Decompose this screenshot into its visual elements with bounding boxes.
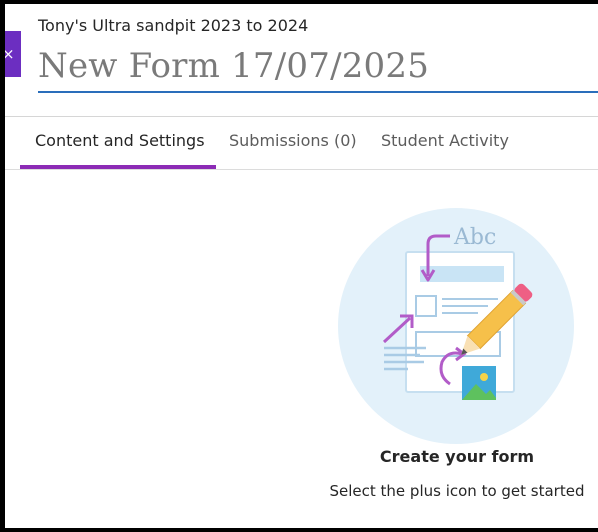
create-form-illustration: Abc <box>338 208 574 444</box>
close-icon: × <box>5 45 15 63</box>
close-panel-button[interactable]: × <box>5 31 21 77</box>
empty-state-title: Create your form <box>379 447 535 466</box>
tab-submissions[interactable]: Submissions (0) <box>229 117 357 170</box>
tab-student-activity[interactable]: Student Activity <box>381 117 509 170</box>
abc-text: Abc <box>453 225 496 250</box>
course-name: Tony's Ultra sandpit 2023 to 2024 <box>38 16 309 35</box>
form-panel: × Tony's Ultra sandpit 2023 to 2024 New … <box>5 4 598 528</box>
tabs-bottom-border <box>5 169 598 170</box>
empty-state-subtitle: Select the plus icon to get started <box>329 482 585 500</box>
form-title-input[interactable]: New Form 17/07/2025 <box>38 46 429 86</box>
title-underline <box>38 91 598 93</box>
tab-bar: Content and Settings Submissions (0) Stu… <box>5 117 598 170</box>
tab-content-and-settings[interactable]: Content and Settings <box>35 117 205 170</box>
